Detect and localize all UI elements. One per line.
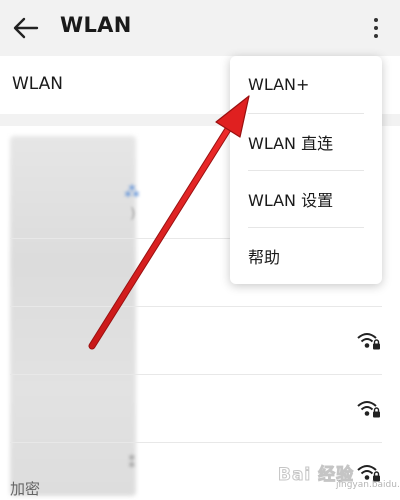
security-label: 加密 xyxy=(10,480,41,498)
arrow-left-icon xyxy=(13,17,39,39)
watermark-logo: Bai 经验 jingyan.baidu.com xyxy=(277,450,400,494)
list-item[interactable] xyxy=(0,308,400,374)
wlan-row-label: WLAN xyxy=(12,74,64,94)
blurred-name-fragment: ⁑ xyxy=(128,454,136,472)
page-title: WLAN xyxy=(60,13,132,37)
more-vertical-icon xyxy=(374,18,378,22)
menu-item-wlan-direct[interactable]: WLAN 直连 xyxy=(230,113,382,170)
list-item[interactable] xyxy=(0,376,400,442)
list-divider xyxy=(10,374,382,375)
list-divider xyxy=(10,306,382,307)
app-bar: WLAN xyxy=(0,0,400,56)
menu-item-help[interactable]: 帮助 xyxy=(230,227,382,284)
list-divider xyxy=(10,442,382,443)
wifi-lock-icon xyxy=(357,333,380,350)
blurred-status-fragment: ) xyxy=(130,206,136,222)
menu-item-wlan-settings[interactable]: WLAN 设置 xyxy=(230,170,382,227)
more-options-button[interactable] xyxy=(362,12,390,44)
blurred-connected-indicator: ⁂ xyxy=(124,182,140,201)
menu-item-wlan-plus[interactable]: WLAN+ xyxy=(230,56,382,113)
back-button[interactable] xyxy=(8,10,44,46)
wifi-lock-icon xyxy=(357,401,380,418)
overflow-menu: WLAN+ WLAN 直连 WLAN 设置 帮助 xyxy=(230,56,382,284)
watermark-sub: jingyan.baidu.com xyxy=(336,480,400,490)
